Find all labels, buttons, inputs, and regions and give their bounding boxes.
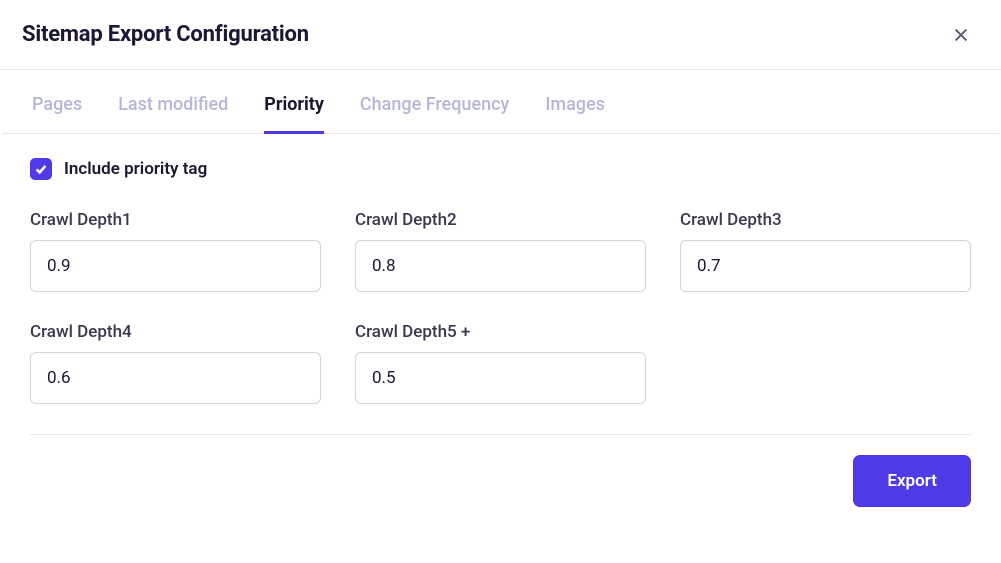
crawl-depth-1-input[interactable] bbox=[30, 240, 321, 292]
footer: Export bbox=[30, 434, 971, 507]
modal-header: Sitemap Export Configuration bbox=[0, 0, 1001, 70]
content: Include priority tag Crawl Depth1 Crawl … bbox=[0, 134, 1001, 404]
field-label: Crawl Depth2 bbox=[355, 210, 646, 230]
tab-images[interactable]: Images bbox=[545, 94, 605, 133]
close-icon[interactable] bbox=[951, 25, 971, 45]
crawl-depth-3-input[interactable] bbox=[680, 240, 971, 292]
field-crawl-depth-1: Crawl Depth1 bbox=[30, 210, 321, 292]
field-crawl-depth-4: Crawl Depth4 bbox=[30, 322, 321, 404]
fields-grid: Crawl Depth1 Crawl Depth2 Crawl Depth3 C… bbox=[30, 210, 971, 404]
modal-title: Sitemap Export Configuration bbox=[22, 22, 309, 47]
tab-change-frequency[interactable]: Change Frequency bbox=[360, 94, 509, 133]
field-label: Crawl Depth5 + bbox=[355, 322, 646, 342]
tab-pages[interactable]: Pages bbox=[32, 94, 82, 133]
include-priority-label: Include priority tag bbox=[64, 159, 207, 179]
tab-priority[interactable]: Priority bbox=[264, 94, 324, 133]
crawl-depth-2-input[interactable] bbox=[355, 240, 646, 292]
include-priority-checkbox[interactable] bbox=[30, 158, 52, 180]
tabs: Pages Last modified Priority Change Freq… bbox=[2, 70, 999, 134]
export-button[interactable]: Export bbox=[853, 455, 971, 507]
field-crawl-depth-5: Crawl Depth5 + bbox=[355, 322, 646, 404]
field-label: Crawl Depth3 bbox=[680, 210, 971, 230]
crawl-depth-5-input[interactable] bbox=[355, 352, 646, 404]
field-label: Crawl Depth4 bbox=[30, 322, 321, 342]
include-priority-row: Include priority tag bbox=[30, 158, 971, 180]
crawl-depth-4-input[interactable] bbox=[30, 352, 321, 404]
field-crawl-depth-2: Crawl Depth2 bbox=[355, 210, 646, 292]
field-crawl-depth-3: Crawl Depth3 bbox=[680, 210, 971, 292]
tab-last-modified[interactable]: Last modified bbox=[118, 94, 228, 133]
field-label: Crawl Depth1 bbox=[30, 210, 321, 230]
